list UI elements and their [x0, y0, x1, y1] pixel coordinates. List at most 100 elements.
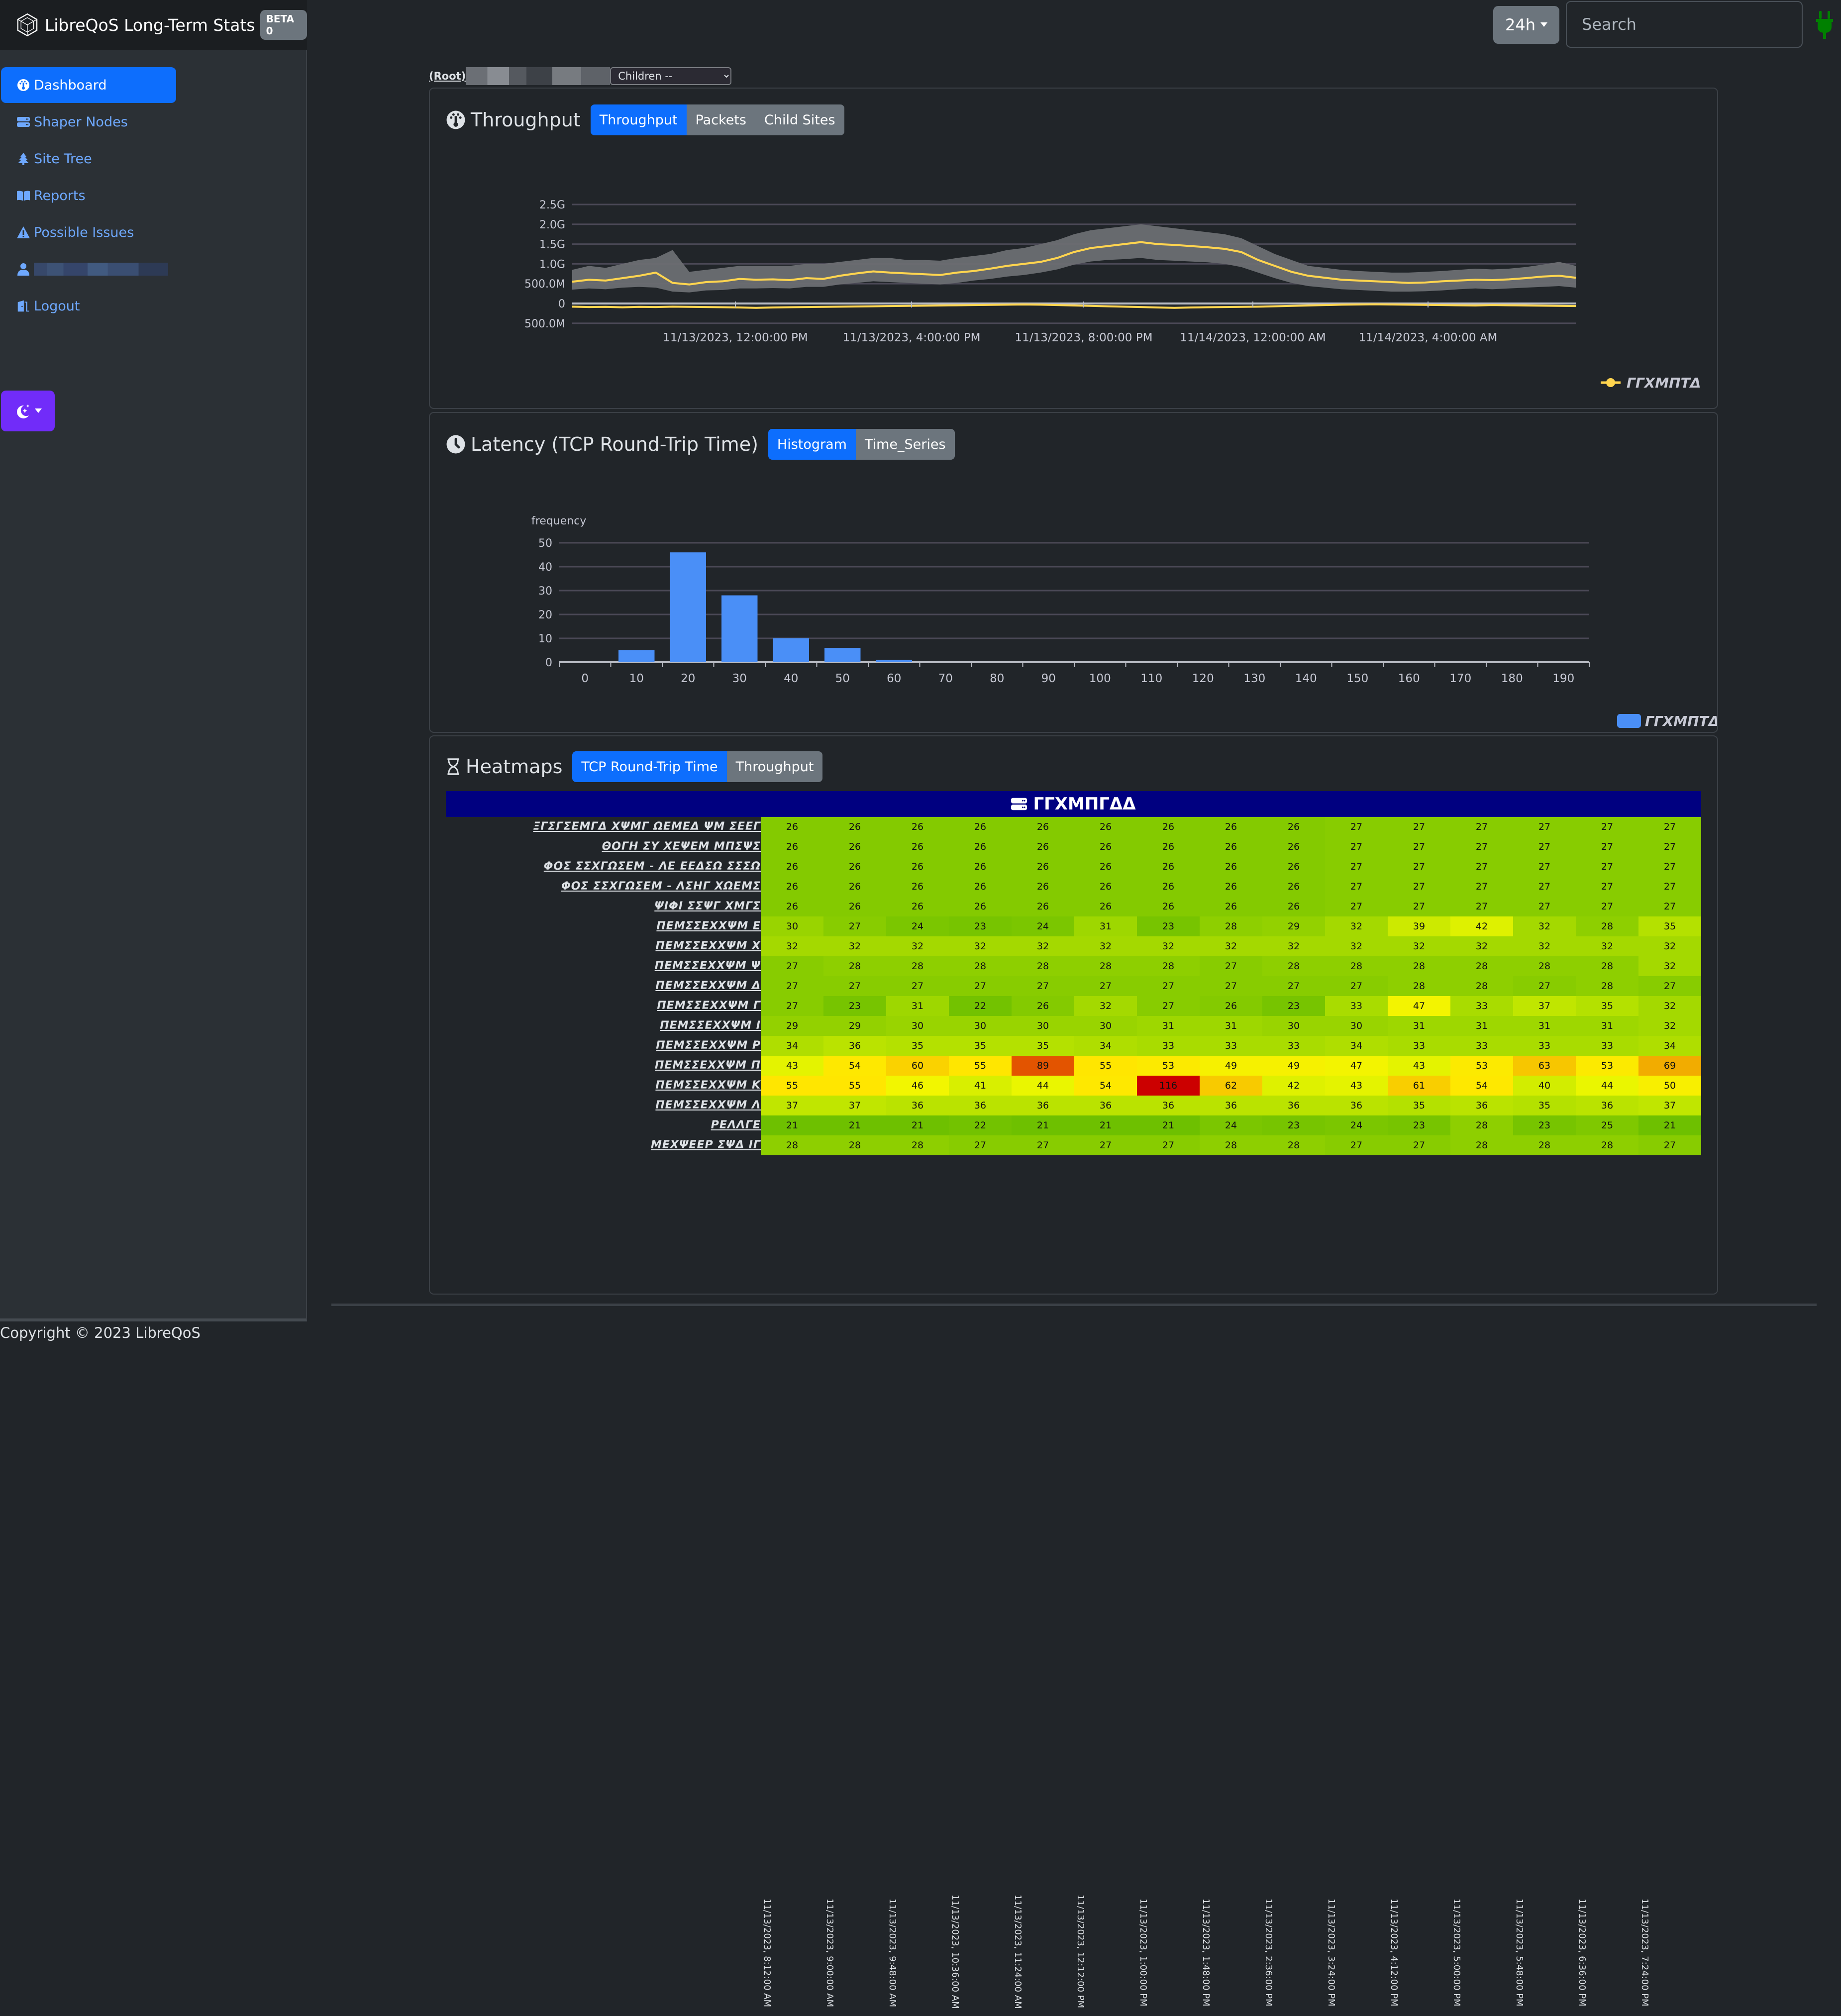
sidebar-item-possible-issues[interactable]: Possible Issues: [1, 214, 176, 250]
heatmap-tab-group: TCP Round-Trip Time Throughput: [572, 751, 823, 782]
heatmap-cell: 49: [1262, 1056, 1325, 1076]
heatmap-row-label[interactable]: ΠΕΜΣΣΕΧΧΨΜ Ψ: [446, 956, 761, 976]
heatmap-cell: 47: [1388, 996, 1450, 1016]
heatmap-cell: 35: [949, 1036, 1012, 1056]
heatmap-row-label[interactable]: ΨΙΦΙ ΣΣΨΓ ΧΜΓΣ: [446, 897, 761, 916]
caret-down-icon: [35, 408, 42, 413]
x-tick-label: 11/13/2023, 4:00:00 PM: [843, 331, 981, 344]
heatmap-row-label[interactable]: ΘΟΓΗ ΣΥ ΧΕΨΕΜ ΜΠΣΨΣ: [446, 837, 761, 857]
heatmap-cell: 27: [886, 976, 949, 996]
heatmap-cell: 28: [1262, 956, 1325, 976]
heatmap-cell: 26: [1012, 817, 1074, 837]
latency-card: Latency (TCP Round-Trip Time) Histogram …: [429, 412, 1718, 733]
heatmap-cell: 43: [1325, 1076, 1388, 1096]
heatmap-row-label[interactable]: ΜΕΧΨΕΕΡ ΣΨΔ ΙΓ: [446, 1135, 761, 1155]
sidebar-item-reports[interactable]: Reports: [1, 178, 176, 213]
sidebar-item-label: Logout: [34, 298, 80, 314]
heatmap-cell: 31: [1200, 1016, 1262, 1036]
heatmap-cell: 26: [1137, 877, 1200, 897]
heatmap-row-label[interactable]: ΠΕΜΣΣΕΧΧΨΜ Γ: [446, 996, 761, 1016]
heatmap-row-label[interactable]: ΠΕΜΣΣΕΧΧΨΜ Δ: [446, 976, 761, 996]
heatmap-row-label[interactable]: ΠΕΜΣΣΕΧΧΨΜ Κ: [446, 1076, 761, 1096]
heatmap-cell: 37: [823, 1096, 886, 1115]
search-input[interactable]: [1566, 1, 1803, 48]
heatmap-cell: 44: [1576, 1076, 1638, 1096]
heatmap-cell: 24: [1325, 1115, 1388, 1135]
heatmap-cell: 26: [823, 877, 886, 897]
redacted-username: [34, 263, 168, 276]
heatmap-row-label[interactable]: ΠΕΜΣΣΕΧΧΨΜ Χ: [446, 936, 761, 956]
heatmap-cell: 26: [823, 837, 886, 857]
sidebar-item-site-tree[interactable]: Site Tree: [1, 141, 176, 177]
heatmap-cell: 27: [1137, 996, 1200, 1016]
heatmap-cell: 32: [1388, 936, 1450, 956]
breadcrumb-root-link[interactable]: (Root): [429, 70, 466, 82]
heatmap-row-label[interactable]: ΦΟΣ ΣΣΧΓΩΣΕΜ - ΛΣΗΓ ΧΩΕΜΣ: [446, 877, 761, 897]
heatmap-cell: 26: [823, 857, 886, 877]
heatmap-cell: 27: [1513, 857, 1576, 877]
heatmap-row-label[interactable]: ΠΕΜΣΣΕΧΧΨΜ Λ: [446, 1096, 761, 1115]
heatmap-cell: 116: [1137, 1076, 1200, 1096]
heatmap-cell: 53: [1137, 1056, 1200, 1076]
heatmap-row-label[interactable]: ΠΕΜΣΣΕΧΧΨΜ Ρ: [446, 1036, 761, 1056]
throughput-card: Throughput Throughput Packets Child Site…: [429, 88, 1718, 409]
heatmap-row-label[interactable]: ΞΓΣΓΣΕΜΓΔ ΧΨΜΓ ΩΕΜΕΔ ΨΜ ΣΕΕΓ: [446, 817, 761, 837]
x-tick-label: 110: [1140, 672, 1162, 685]
time-range-dropdown[interactable]: 24h: [1493, 6, 1559, 44]
theme-toggle-button[interactable]: [1, 391, 55, 431]
heatmap-row-label[interactable]: ΠΕΜΣΣΕΧΧΨΜ Ε: [446, 916, 761, 936]
heatmap-cell: 32: [1638, 956, 1701, 976]
tab-heatmap-throughput[interactable]: Throughput: [726, 751, 823, 782]
x-tick-label: 120: [1192, 672, 1214, 685]
heatmap-cell: 23: [1137, 916, 1200, 936]
heatmap-cell: 26: [1012, 897, 1074, 916]
x-tick-label: 180: [1501, 672, 1523, 685]
heatmap-row-label[interactable]: ΠΕΜΣΣΕΧΧΨΜ Π: [446, 1056, 761, 1076]
x-tick-label: 11/13/2023, 12:00:00 PM: [663, 331, 808, 344]
heatmap-x-label: 11/13/2023, 5:00:00 PM: [1451, 1899, 1462, 2007]
heatmap-cell: 21: [1074, 1115, 1137, 1135]
tab-tcp-rtt[interactable]: TCP Round-Trip Time: [572, 751, 727, 782]
heatmap-cell: 26: [1200, 817, 1262, 837]
heatmap-cell: 23: [1513, 1115, 1576, 1135]
heatmap-cell: 26: [886, 837, 949, 857]
redacted-breadcrumb: [466, 67, 611, 85]
heatmap-row-label[interactable]: ΠΕΜΣΣΕΧΧΨΜ Ι: [446, 1016, 761, 1036]
heatmap-cell: 28: [1450, 1115, 1513, 1135]
heatmap-cell: 27: [1513, 877, 1576, 897]
card-title: Heatmaps: [466, 756, 563, 778]
heatmap-cell: 28: [1325, 956, 1388, 976]
sidebar-item-user[interactable]: [1, 251, 176, 287]
sidebar-item-dashboard[interactable]: Dashboard: [1, 67, 176, 103]
sidebar-item-label: Site Tree: [34, 151, 92, 167]
heatmap-cell: 27: [949, 976, 1012, 996]
heatmap-cell: 27: [1388, 837, 1450, 857]
histogram-bar: [773, 638, 809, 662]
heatmap-cell: 54: [823, 1056, 886, 1076]
children-select[interactable]: Children --: [610, 67, 732, 85]
heatmap-cell: 33: [1137, 1036, 1200, 1056]
heatmap-cell: 36: [886, 1096, 949, 1115]
heatmap-cell: 36: [1137, 1096, 1200, 1115]
heatmap-cell: 26: [1012, 857, 1074, 877]
legend-label: ΓΓΧΜΠΤΔ: [1627, 375, 1701, 391]
heatmap-row-label[interactable]: ΡΕΛΛΓΕ: [446, 1115, 761, 1135]
brand[interactable]: LibreQoS Long-Term Stats BETA 0: [0, 0, 307, 50]
heatmap-cell: 27: [1576, 877, 1638, 897]
heatmap-x-label: 11/13/2023, 2:36:00 PM: [1263, 1899, 1274, 2007]
heatmap-cell: 27: [1450, 857, 1513, 877]
heatmap-cell: 27: [1450, 817, 1513, 837]
heatmap-cell: 26: [1137, 897, 1200, 916]
x-tick-label: 90: [1041, 672, 1056, 685]
heatmap-grid: 26 26 26 26 26 26 26 26 26 27 27 27 27 27 27 26 26 26 26 26…: [761, 817, 1701, 1155]
heatmap-cell: 46: [886, 1076, 949, 1096]
heatmap-cell: 28: [1450, 1135, 1513, 1155]
sidebar-item-logout[interactable]: Logout: [1, 288, 176, 324]
heatmap-cell: 26: [1200, 837, 1262, 857]
heatmap-row-label[interactable]: ΦΟΣ ΣΣΧΓΩΣΕΜ - ΛΕ ΕΕΔΣΩ ΣΣΣΩ: [446, 857, 761, 877]
heatmap-cell: 27: [1012, 1135, 1074, 1155]
heatmap-cell: 26: [1262, 837, 1325, 857]
x-tick-label: 190: [1552, 672, 1574, 685]
sidebar-item-shaper-nodes[interactable]: Shaper Nodes: [1, 104, 176, 140]
heatmap-cell: 32: [761, 936, 823, 956]
